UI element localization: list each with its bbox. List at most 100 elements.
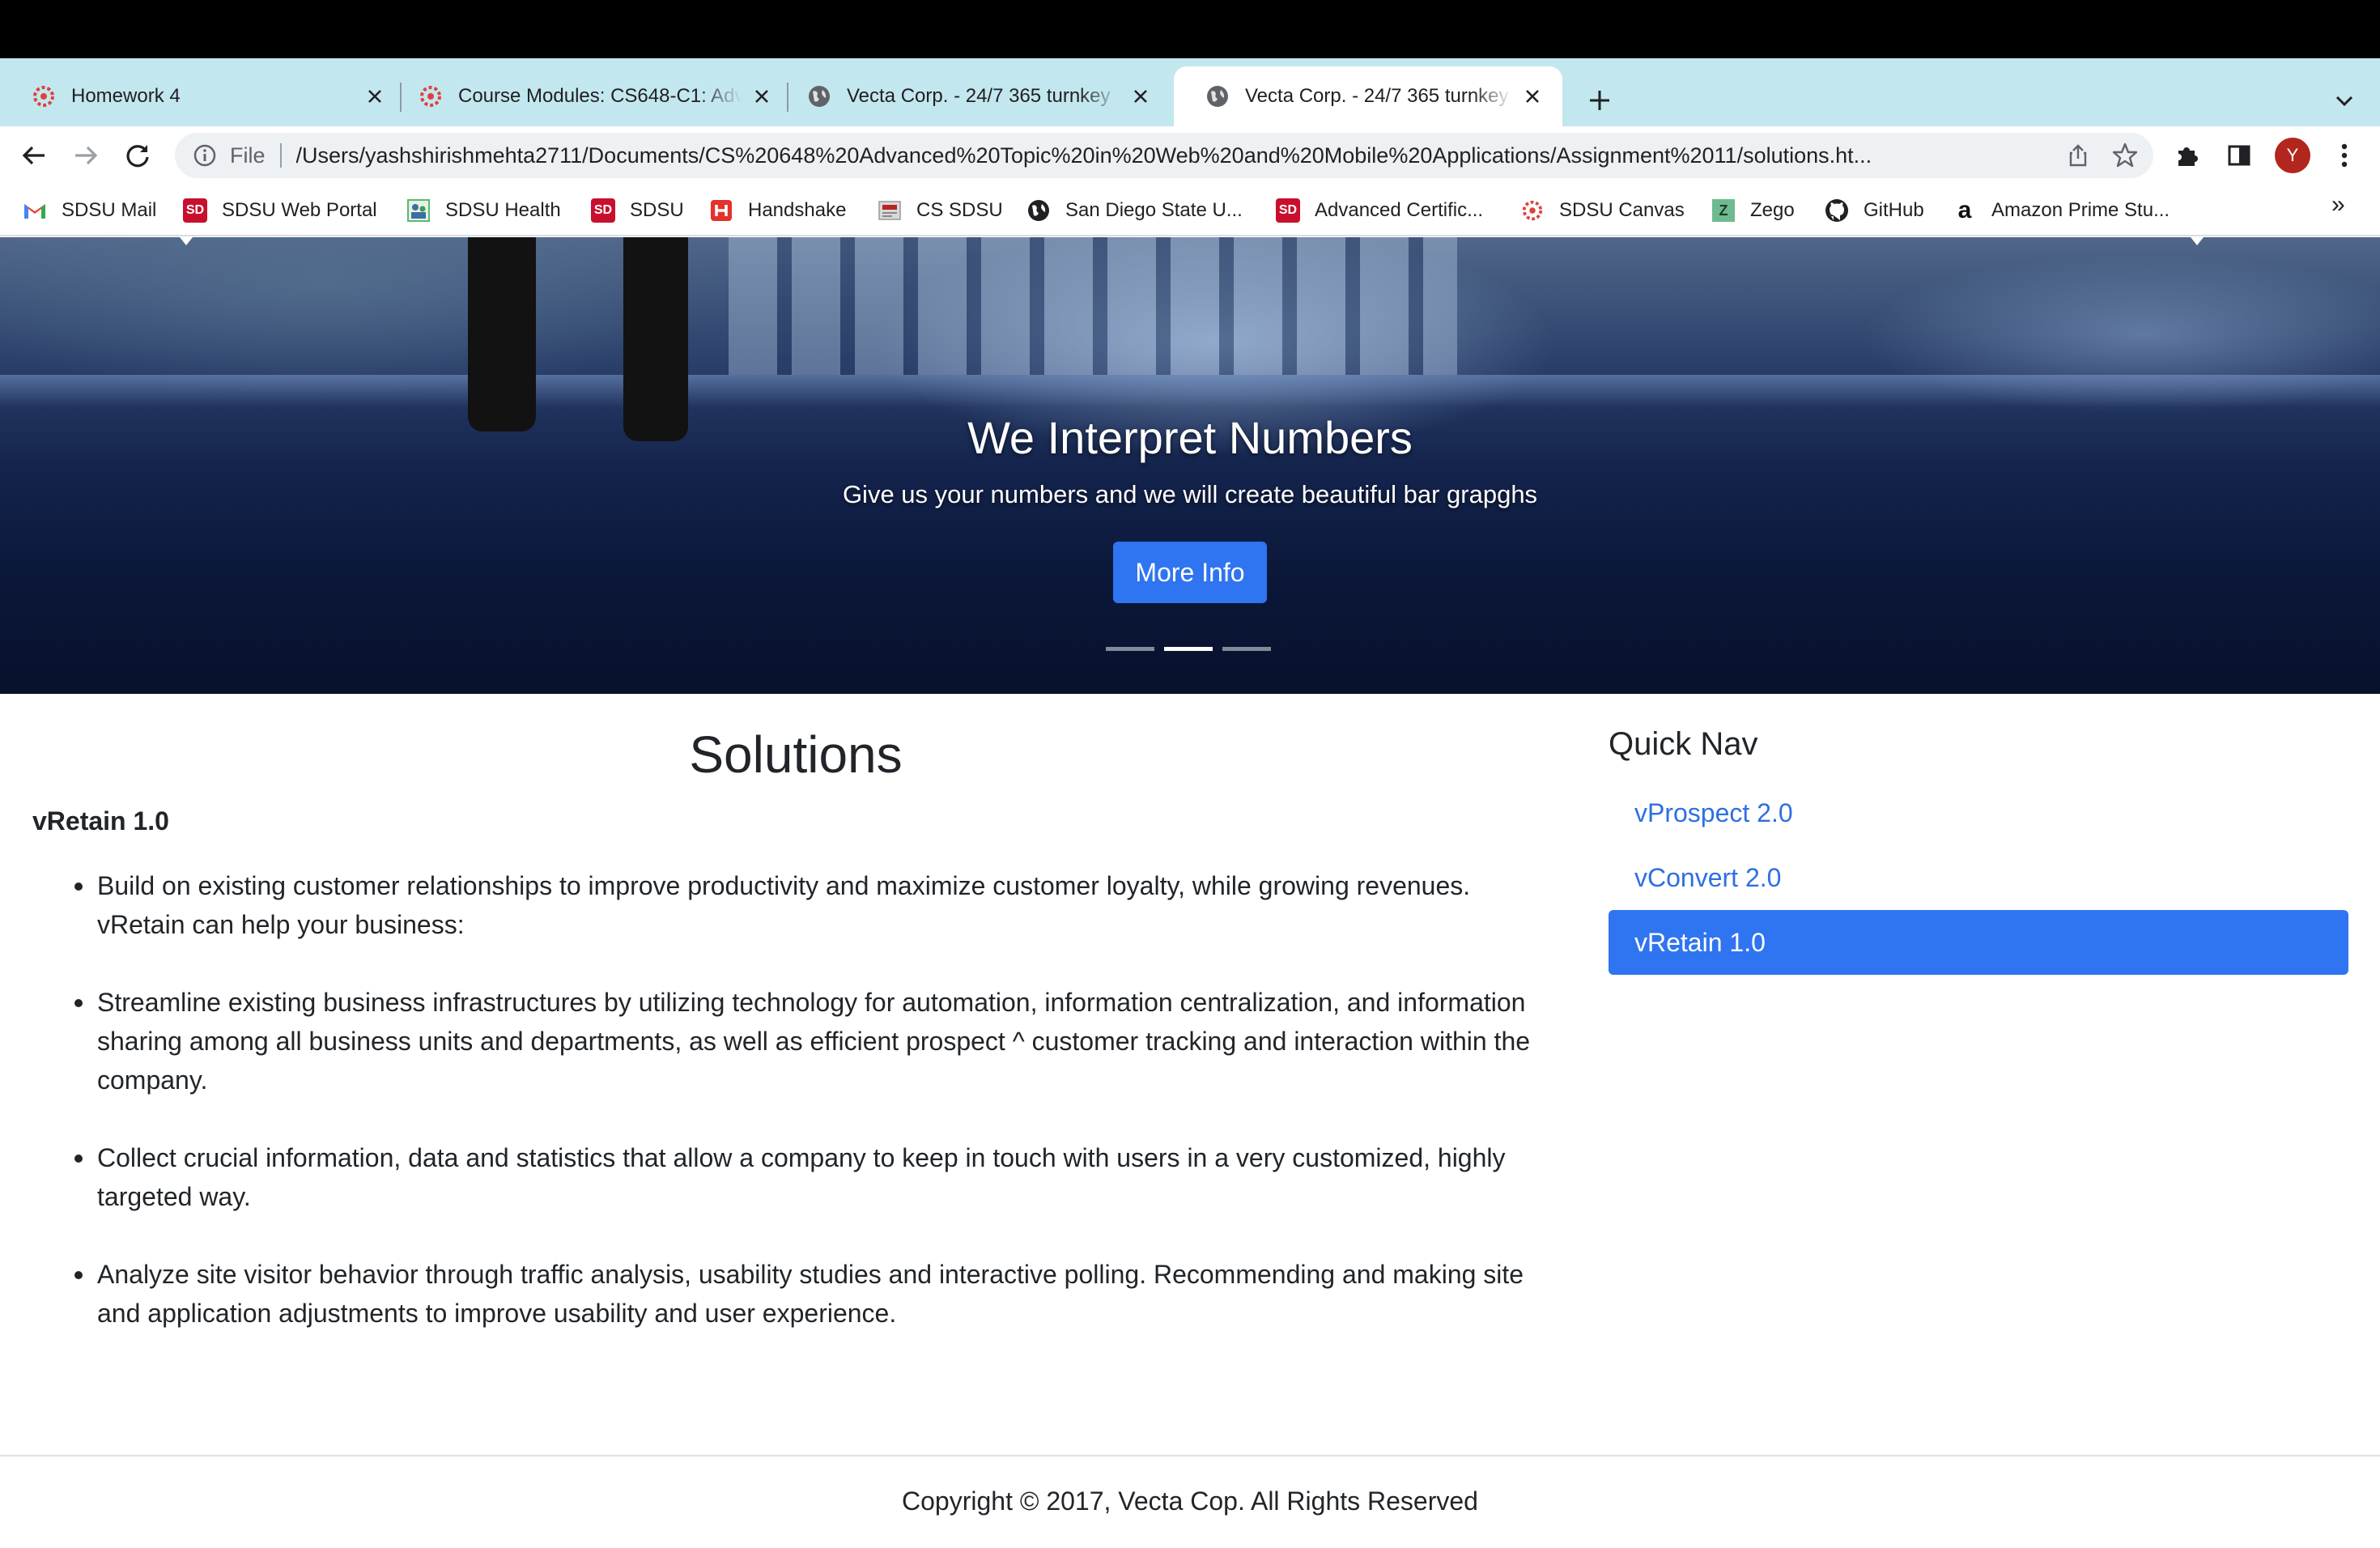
bookmark-label: SDSU <box>630 199 684 221</box>
tab-search-button[interactable] <box>2327 83 2362 118</box>
tab-vecta-1[interactable]: Vecta Corp. - 24/7 365 turnkey <box>776 66 1171 126</box>
back-button[interactable] <box>16 138 52 173</box>
quick-nav-vconvert[interactable]: vConvert 2.0 <box>1609 845 2348 910</box>
info-icon[interactable] <box>193 143 217 168</box>
bookmark-label: San Diego State U... <box>1065 199 1243 221</box>
puzzle-icon <box>2178 147 2198 166</box>
hero-carousel: We Interpret Numbers Give us your number… <box>0 237 2380 694</box>
more-info-button[interactable]: More Info <box>1113 542 1267 603</box>
bookmark-san-diego-state[interactable]: San Diego State U... <box>1026 196 1243 225</box>
arrow-left-icon <box>22 146 45 165</box>
bookmark-cs-sdsu[interactable]: CS SDSU <box>878 196 1003 225</box>
bookmark-label: SDSU Mail <box>62 199 157 221</box>
side-panel-button[interactable] <box>2221 138 2257 173</box>
footer-divider <box>0 1455 2380 1457</box>
forward-button[interactable] <box>68 138 104 173</box>
close-icon[interactable] <box>1128 84 1153 108</box>
bookmarks-overflow-button[interactable]: » <box>2331 191 2345 219</box>
plus-icon <box>1590 91 1609 110</box>
bookmark-advanced-certificate[interactable]: SD Advanced Certific... <box>1276 196 1483 225</box>
bookmark-sdsu-mail[interactable]: SDSU Mail <box>23 196 156 225</box>
list-item: Streamline existing business infrastruct… <box>32 983 1538 1099</box>
quick-nav-vprospect[interactable]: vProspect 2.0 <box>1609 780 2348 845</box>
globe-icon <box>1026 198 1051 223</box>
carousel-indicator-1[interactable] <box>1106 647 1154 651</box>
cs-icon <box>878 198 902 223</box>
carousel-indicator-2[interactable] <box>1164 647 1213 651</box>
hero-figure-left <box>468 237 536 432</box>
bookmark-amazon-prime[interactable]: a Amazon Prime Stu... <box>1953 196 2170 225</box>
bookmark-label: CS SDSU <box>916 199 1003 221</box>
sd-icon: SD <box>183 198 207 223</box>
chevron-down-icon <box>2335 96 2353 107</box>
url-divider <box>279 143 282 168</box>
extensions-button[interactable] <box>2170 138 2205 173</box>
github-icon <box>1825 198 1849 223</box>
list-item: Build on existing customer relationships… <box>32 866 1538 944</box>
bookmark-label: Handshake <box>748 199 847 221</box>
tab-strip: Homework 4 Course Modules: CS648-C1: Adv… <box>0 58 2380 126</box>
tab-vecta-active[interactable]: Vecta Corp. - 24/7 365 turnkey <box>1174 66 1562 126</box>
menu-button[interactable] <box>2327 138 2362 173</box>
bookmark-sdsu-web-portal[interactable]: SD SDSU Web Portal <box>183 196 377 225</box>
carousel-prev-caret[interactable] <box>180 237 193 245</box>
hero-background-floor <box>0 375 2380 407</box>
url-text[interactable]: /Users/yashshirishmehta2711/Documents/CS… <box>296 143 2029 168</box>
star-icon[interactable] <box>2111 142 2139 169</box>
reload-button[interactable] <box>120 138 155 173</box>
hero-subtitle: Give us your numbers and we will create … <box>842 480 1538 508</box>
amazon-icon: a <box>1957 197 1972 223</box>
os-menu-bar <box>0 0 2380 58</box>
tab-title: Homework 4 <box>71 85 181 107</box>
tab-title: Vecta Corp. - 24/7 365 turnkey <box>1245 85 1509 107</box>
list-item: Collect crucial information, data and st… <box>32 1138 1570 1216</box>
share-icon[interactable] <box>2066 143 2090 168</box>
close-icon[interactable] <box>363 84 387 108</box>
bookmark-sdsu-canvas[interactable]: SDSU Canvas <box>1520 196 1685 225</box>
tab-title: Course Modules: CS648-C1: Adv <box>458 85 742 107</box>
list-item: Analyze site visitor behavior through tr… <box>32 1255 1570 1333</box>
profile-avatar[interactable]: Y <box>2275 138 2310 173</box>
quick-nav-title: Quick Nav <box>1609 726 1758 762</box>
new-tab-button[interactable] <box>1582 83 1617 118</box>
hero-background-windows <box>729 237 1457 375</box>
tab-title: Vecta Corp. - 24/7 365 turnkey <box>847 85 1111 107</box>
footer-copyright: Copyright © 2017, Vecta Cop. All Rights … <box>902 1486 1478 1516</box>
arrow-right-icon <box>75 146 98 165</box>
browser-toolbar: File /Users/yashshirishmehta2711/Documen… <box>0 126 2380 185</box>
bookmarks-bar: SDSU Mail SD SDSU Web Portal SDSU Health… <box>0 185 2380 236</box>
bookmark-github[interactable]: GitHub <box>1825 196 1924 225</box>
carousel-next-caret[interactable] <box>2191 237 2204 245</box>
carousel-indicator-3[interactable] <box>1222 647 1271 651</box>
page-title: Solutions <box>689 725 903 784</box>
globe-icon <box>809 86 830 107</box>
globe-icon <box>1207 86 1228 107</box>
bookmark-handshake[interactable]: Handshake <box>709 196 846 225</box>
bookmark-label: Zego <box>1750 199 1795 221</box>
feature-list: Build on existing customer relationships… <box>32 866 1570 1372</box>
bookmark-sdsu-health[interactable]: SDSU Health <box>406 196 561 225</box>
canvas-icon <box>33 86 54 107</box>
close-icon[interactable] <box>750 84 774 108</box>
hero-title: We Interpret Numbers <box>967 412 1413 463</box>
reload-icon <box>126 145 149 168</box>
quick-nav: vProspect 2.0 vConvert 2.0 vRetain 1.0 <box>1609 780 2348 975</box>
side-panel-icon <box>2228 145 2250 166</box>
sd-icon: SD <box>1276 198 1300 223</box>
canvas-icon <box>1520 198 1545 223</box>
address-bar[interactable]: File /Users/yashshirishmehta2711/Documen… <box>175 133 2153 178</box>
bookmark-label: SDSU Web Portal <box>222 199 377 221</box>
canvas-icon <box>420 86 441 107</box>
bookmark-sdsu[interactable]: SD SDSU <box>591 196 684 225</box>
carousel-indicators <box>1106 647 1271 651</box>
tab-homework-4[interactable]: Homework 4 <box>0 66 405 126</box>
sd-icon: SD <box>591 198 615 223</box>
gmail-icon <box>23 198 47 223</box>
close-icon[interactable] <box>1520 84 1545 108</box>
tab-course-modules[interactable]: Course Modules: CS648-C1: Adv <box>387 66 792 126</box>
kebab-menu-icon <box>2341 143 2348 168</box>
quick-nav-vretain[interactable]: vRetain 1.0 <box>1609 910 2348 975</box>
zego-icon: Z <box>1711 198 1736 223</box>
bookmark-zego[interactable]: Z Zego <box>1711 196 1795 225</box>
bookmark-label: SDSU Canvas <box>1559 199 1685 221</box>
